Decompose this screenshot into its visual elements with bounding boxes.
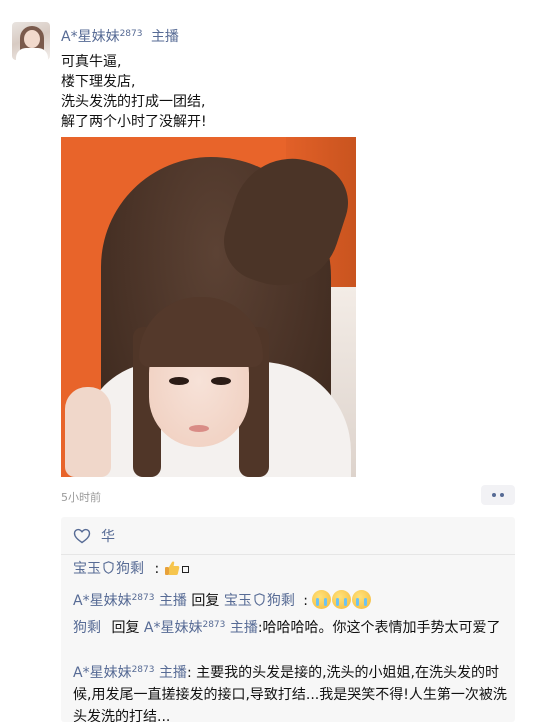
author-avatar[interactable] xyxy=(12,22,50,60)
thumbs-up-emoji xyxy=(164,561,179,575)
heart-outline-icon xyxy=(73,528,91,544)
comment-item[interactable]: A*星妹妹2873 主播: 主要我的头发是接的,洗头的小姐姐,在洗头发的时候,用… xyxy=(73,659,509,722)
comment-item[interactable]: 狗剩 回复 A*星妹妹2873 主播:哈哈哈哈。你这个表情加手势太可爱了 xyxy=(73,614,509,639)
crying-emoji xyxy=(352,590,372,609)
reply-target[interactable]: A*星妹妹2873 主播 xyxy=(144,620,258,636)
post-text: 可真牛逼, 楼下理发店, 洗头发洗的打成一团结, 解了两个小时了没解开! xyxy=(61,52,207,132)
likes-row: 华 xyxy=(73,527,115,545)
post-line: 楼下理发店, xyxy=(61,74,136,90)
divider xyxy=(61,554,515,555)
comment-user[interactable]: 宝玉 狗剩 xyxy=(73,561,144,577)
comment-user[interactable]: 狗剩 xyxy=(73,620,101,636)
comment-item[interactable]: A*星妹妹2873 主播 回复 宝玉 狗剩 : xyxy=(73,587,509,612)
more-dots-icon[interactable] xyxy=(481,485,515,505)
comment-user[interactable]: A*星妹妹2873 主播 xyxy=(73,593,187,609)
post-line: 可真牛逼, xyxy=(61,54,122,70)
shield-icon xyxy=(103,561,114,574)
shield-icon xyxy=(254,593,265,606)
author-name[interactable]: A*星妹妹2873 主播 xyxy=(61,26,179,46)
post-line: 解了两个小时了没解开! xyxy=(61,114,207,130)
post-photo[interactable] xyxy=(61,137,356,477)
crying-emoji xyxy=(312,590,332,609)
post-line: 洗头发洗的打成一团结, xyxy=(61,94,206,110)
post-time: 5小时前 xyxy=(61,491,101,504)
comment-item[interactable]: 宝玉 狗剩 : xyxy=(73,558,509,580)
reply-target[interactable]: 宝玉 狗剩 xyxy=(224,593,295,609)
like-user[interactable]: 华 xyxy=(101,526,115,546)
comments-panel: 华 宝玉 狗剩 : A*星妹妹2873 主播 回复 宝玉 狗剩 : 狗剩 回复 A*… xyxy=(61,517,515,722)
crying-emoji xyxy=(332,590,352,609)
comment-user[interactable]: A*星妹妹2873 主播 xyxy=(73,665,187,681)
comment-text: :哈哈哈哈。你这个表情加手势太可爱了 xyxy=(257,620,501,636)
